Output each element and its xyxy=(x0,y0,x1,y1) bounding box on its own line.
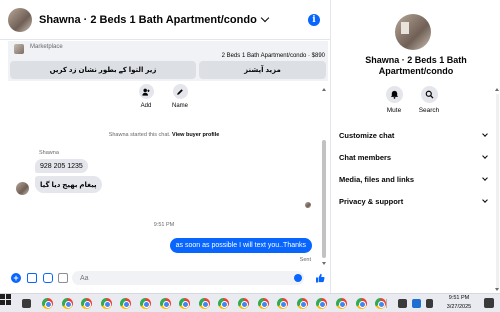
chat-title[interactable]: Shawna · 2 Beds 1 Bath Apartment/condo xyxy=(39,14,257,26)
chrome-icon[interactable] xyxy=(238,298,249,309)
more-options-button[interactable]: مزید آپشنز xyxy=(199,61,326,79)
chrome-icon[interactable] xyxy=(42,298,53,309)
chrome-icon[interactable] xyxy=(159,298,171,309)
chrome-icon[interactable] xyxy=(100,298,112,309)
room-photo xyxy=(401,22,409,34)
sender-avatar[interactable] xyxy=(16,182,29,195)
chevron-down-icon[interactable] xyxy=(260,13,270,22)
scroll-down-arrow[interactable] xyxy=(322,262,326,265)
chrome-icon[interactable] xyxy=(81,298,93,309)
scroll-down-arrow[interactable] xyxy=(495,288,499,291)
section-chat-members[interactable]: Chat members xyxy=(339,146,493,168)
system-tray-icon[interactable] xyxy=(412,299,421,308)
scroll-up-arrow[interactable] xyxy=(322,88,326,91)
search-button[interactable]: Search xyxy=(414,86,444,114)
section-customize-chat[interactable]: Customize chat xyxy=(339,124,493,146)
panel-sections: Customize chat Chat members Media, files… xyxy=(339,124,493,212)
chrome-icon[interactable] xyxy=(336,298,347,309)
mute-button[interactable]: Mute xyxy=(379,86,409,114)
avatar[interactable] xyxy=(8,7,32,32)
edit-name-action[interactable]: Name xyxy=(163,84,197,109)
sender-name: Shawna xyxy=(39,150,59,156)
chrome-icon[interactable] xyxy=(375,298,387,309)
read-receipt-avatar xyxy=(305,202,311,208)
add-person-icon xyxy=(138,84,154,99)
chat-started-notice: Shawna started this chat. View buyer pro… xyxy=(8,132,320,138)
marketplace-actions: زیر التوا کے بطور نشان زد کریں مزید آپشن… xyxy=(10,61,326,79)
chrome-icon[interactable] xyxy=(277,298,289,309)
panel-scrollbar[interactable] xyxy=(494,88,500,293)
gif-icon[interactable] xyxy=(58,273,68,283)
chrome-icon[interactable] xyxy=(198,298,210,309)
sticker-icon[interactable] xyxy=(43,273,53,283)
marketplace-label: Marketplace xyxy=(30,44,63,50)
chrome-icon[interactable] xyxy=(316,298,328,309)
section-label: Customize chat xyxy=(339,130,395,140)
chrome-icon[interactable] xyxy=(179,298,191,309)
chrome-icon[interactable] xyxy=(140,298,151,309)
add-member-action[interactable]: Add xyxy=(129,84,163,109)
scroll-up-arrow[interactable] xyxy=(495,88,499,91)
section-media-files-links[interactable]: Media, files and links xyxy=(339,168,493,190)
section-label: Privacy & support xyxy=(339,196,404,206)
message-composer: + xyxy=(0,268,330,288)
chevron-down-icon xyxy=(482,175,488,181)
outgoing-message[interactable]: as soon as possible I will text you..Tha… xyxy=(169,238,312,253)
clock-time: 9:51 PM xyxy=(448,295,470,301)
photo-icon[interactable] xyxy=(27,273,37,283)
bell-icon xyxy=(385,86,403,103)
scrollbar-thumb[interactable] xyxy=(322,140,326,258)
conversation-title: Shawna · 2 Beds 1 Bath Apartment/condo xyxy=(365,55,467,76)
message-status: Sent xyxy=(299,257,311,263)
listing-thumbnail[interactable] xyxy=(14,44,24,54)
chrome-icon[interactable] xyxy=(355,298,367,309)
conversation-avatar[interactable] xyxy=(395,14,431,50)
info-icon[interactable]: i xyxy=(308,14,320,26)
section-label: Chat members xyxy=(339,152,392,162)
settings-icon[interactable] xyxy=(398,299,407,308)
thumbs-up-icon[interactable] xyxy=(314,272,325,283)
name-label: Name xyxy=(171,103,188,109)
marketplace-banner: Marketplace 2 Beds 1 Bath Apartment/cond… xyxy=(8,41,328,81)
emoji-icon[interactable] xyxy=(294,274,302,282)
chevron-down-icon xyxy=(482,131,488,137)
section-privacy-support[interactable]: Privacy & support xyxy=(339,190,493,212)
section-label: Media, files and links xyxy=(339,174,415,184)
search-icon xyxy=(420,86,438,103)
chat-column: Shawna · 2 Beds 1 Bath Apartment/condo i… xyxy=(0,0,330,293)
mute-label: Mute xyxy=(386,107,402,114)
messenger-window: Shawna · 2 Beds 1 Bath Apartment/condo i… xyxy=(0,0,500,312)
chrome-icon[interactable] xyxy=(120,298,132,309)
message-thread: Add Name Shawna started this chat. View … xyxy=(8,82,320,268)
speaker-icon[interactable] xyxy=(426,299,433,308)
chat-header: Shawna · 2 Beds 1 Bath Apartment/condo i xyxy=(0,0,330,40)
message-timestamp: 9:51 PM xyxy=(153,222,175,228)
windows-taskbar: 9:51 PM 3/27/2025 xyxy=(0,293,500,312)
message-input[interactable] xyxy=(72,271,304,285)
chat-started-text: Shawna started this chat. xyxy=(108,132,171,138)
incoming-message[interactable]: پیغام بھیج دیا گیا xyxy=(35,176,102,193)
chevron-down-icon xyxy=(482,153,488,159)
mark-pending-button[interactable]: زیر التوا کے بطور نشان زد کریں xyxy=(10,61,196,79)
chrome-icon[interactable] xyxy=(61,298,73,309)
chrome-icon[interactable] xyxy=(296,298,308,309)
windows-start-icon[interactable] xyxy=(0,294,11,305)
taskbar-clock[interactable]: 9:51 PM 3/27/2025 xyxy=(438,294,480,311)
pencil-icon xyxy=(172,84,188,99)
file-explorer-icon[interactable] xyxy=(22,299,31,308)
view-buyer-profile-link[interactable]: View buyer profile xyxy=(172,132,219,138)
incoming-message[interactable]: 928 205 1235 xyxy=(35,159,88,173)
search-label: Search xyxy=(418,107,440,114)
chevron-down-icon xyxy=(482,197,488,203)
listing-title[interactable]: 2 Beds 1 Bath Apartment/condo · $890 xyxy=(222,53,325,59)
scrollbar-track[interactable] xyxy=(496,94,499,290)
chrome-icon[interactable] xyxy=(218,298,230,309)
taskbar-divider xyxy=(386,299,387,308)
conversation-details-panel: Shawna · 2 Beds 1 Bath Apartment/condo M… xyxy=(330,0,500,293)
add-label: Add xyxy=(140,103,152,109)
chrome-icon[interactable] xyxy=(257,298,269,309)
clock-date: 3/27/2025 xyxy=(446,303,472,310)
notification-icon[interactable] xyxy=(484,298,494,308)
plus-icon[interactable]: + xyxy=(11,273,21,283)
